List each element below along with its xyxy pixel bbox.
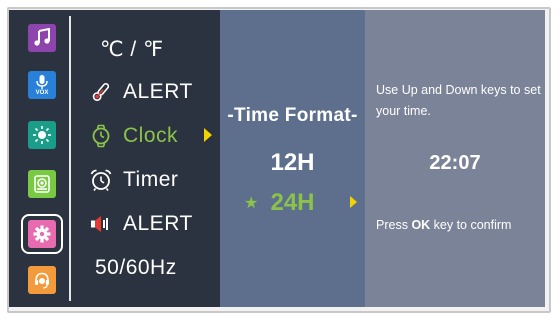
menu-item-timer[interactable]: Timer — [75, 162, 220, 198]
confirm-prefix: Press — [376, 218, 412, 232]
menu-item-label: 50/60Hz — [95, 256, 177, 279]
strip-divider — [69, 16, 71, 301]
support-headset-icon[interactable] — [28, 266, 56, 294]
selected-arrow-icon — [204, 128, 212, 142]
menu-item-sound-alert[interactable]: ALERT — [75, 206, 220, 242]
current-time: 22:07 — [429, 152, 481, 174]
menu-item-frequency[interactable]: 50/60Hz — [75, 250, 220, 286]
speaker-icon — [89, 212, 113, 236]
menu-item-label: ℃ / ℉ — [100, 37, 164, 61]
camera-icon[interactable] — [28, 170, 56, 198]
alarm-clock-icon — [89, 168, 113, 192]
instruction-text: Use Up and Down keys to set your time. — [376, 83, 541, 118]
watch-icon — [89, 124, 113, 148]
info-panel: Use Up and Down keys to set your time. 2… — [365, 10, 545, 307]
menu-item-clock[interactable]: Clock — [75, 118, 220, 154]
time-format-panel: -Time Format- 12H ★ 24H — [220, 10, 365, 307]
thermometer-icon — [89, 80, 113, 104]
menu-item-temperature-unit[interactable]: ℃ / ℉ — [75, 31, 220, 67]
confirm-instruction: Press OK key to confirm — [376, 218, 511, 232]
option-arrow-icon — [350, 196, 357, 208]
settings-menu: ℃ / ℉ ALERT Clock Timer ALERT 50/60Hz — [75, 10, 220, 307]
ok-key-label: OK — [411, 218, 431, 232]
screen: VOX ℃ / ℉ ALERT Clock Timer ALERT 50/60H… — [9, 10, 545, 307]
time-format-title: -Time Format- — [227, 105, 358, 126]
settings-gear-icon[interactable] — [28, 220, 56, 248]
menu-item-label: Timer — [123, 168, 179, 191]
menu-item-temperature-alert[interactable]: ALERT — [75, 74, 220, 110]
option-24h[interactable]: 24H — [220, 189, 365, 217]
menu-item-label: ALERT — [123, 80, 193, 103]
vox-label: VOX — [35, 90, 49, 96]
option-12h[interactable]: 12H — [220, 149, 365, 177]
menu-item-label: ALERT — [123, 212, 193, 235]
confirm-suffix: key to confirm — [430, 218, 512, 232]
icon-strip: VOX — [9, 10, 75, 307]
music-icon[interactable] — [28, 24, 56, 52]
menu-item-label: Clock — [123, 124, 179, 147]
vox-mic-icon[interactable]: VOX — [28, 71, 56, 99]
brightness-icon[interactable] — [28, 121, 56, 149]
